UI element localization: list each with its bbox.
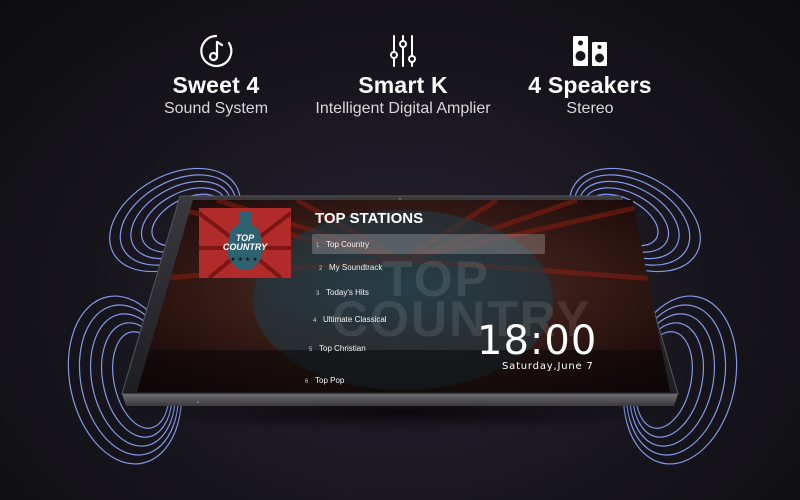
feature-row: Sweet 4 Sound System Smart K Intelligent…: [0, 32, 800, 132]
station-row[interactable]: 5 Top Christian: [309, 344, 366, 353]
top-stations-heading: TOP STATIONS: [315, 210, 424, 227]
station-row[interactable]: 6 Top Pop: [305, 376, 344, 385]
station-label: Ultimate Classical: [323, 315, 387, 324]
station-row[interactable]: 3 Today's Hits: [316, 288, 369, 297]
station-number: 4: [313, 318, 317, 324]
speaker-icon: [470, 32, 710, 70]
station-label: Top Pop: [315, 376, 345, 385]
feature-title: 4 Speakers: [528, 72, 652, 98]
cover-title: TOP COUNTRY: [199, 234, 291, 252]
station-row[interactable]: 4 Ultimate Classical: [313, 315, 387, 324]
station-number: 2: [319, 266, 323, 272]
cover-stars: ★★★★: [230, 257, 260, 263]
feature-speakers: 4 Speakers Stereo: [470, 32, 710, 118]
station-label: Top Christian: [319, 344, 366, 353]
tablet-screen: TOP COUNTRY TOP COUNTRY ★★★★ TOP STATION…: [137, 200, 670, 392]
station-row[interactable]: 2 My Soundtrack: [319, 263, 382, 272]
station-number: 5: [309, 347, 313, 353]
cover-title-line-2: COUNTRY: [222, 242, 268, 252]
station-cover-art[interactable]: TOP COUNTRY ★★★★: [199, 208, 291, 278]
station-row[interactable]: 1 Top Country: [316, 240, 369, 249]
station-number: 3: [316, 291, 320, 297]
station-label: Top Country: [326, 240, 370, 249]
station-label: My Soundtrack: [329, 263, 383, 272]
station-number: 6: [305, 379, 309, 385]
station-label: Today's Hits: [326, 288, 369, 297]
clock-date: Saturday,June 7: [502, 361, 594, 372]
feature-subtitle: Stereo: [566, 100, 614, 117]
station-number: 1: [316, 243, 320, 249]
clock-time: 18:00: [477, 318, 598, 364]
